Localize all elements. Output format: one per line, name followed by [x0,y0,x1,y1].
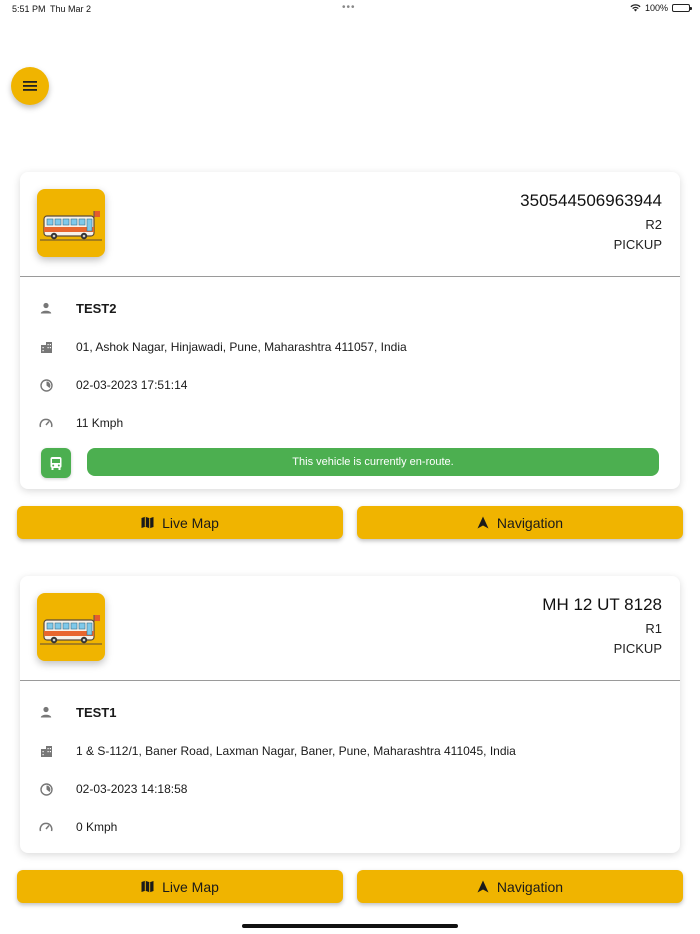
en-route-badge [41,448,71,478]
address-text: 01, Ashok Nagar, Hinjawadi, Pune, Mahara… [76,340,407,354]
bus-image [37,189,105,257]
address-text: 1 & S-112/1, Baner Road, Laxman Nagar, B… [76,744,516,758]
live-map-button[interactable]: Live Map [17,506,343,539]
bus-icon [40,211,102,241]
navigation-label: Navigation [496,878,564,895]
clock-icon [38,377,54,393]
driver-row: TEST1 [38,704,116,720]
speedometer-icon [38,819,54,835]
time-row: 02-03-2023 17:51:14 [38,377,187,393]
vehicle-card-header: 350544506963944 R2 PICKUP [20,172,680,277]
address-row: 1 & S-112/1, Baner Road, Laxman Nagar, B… [38,743,516,759]
live-map-button[interactable]: Live Map [17,870,343,903]
vehicle-id: MH 12 UT 8128 [542,595,662,614]
driver-name: TEST1 [76,704,117,720]
wifi-icon [630,4,641,12]
speed-text: 11 Kmph [76,416,124,430]
navigation-label: Navigation [496,514,564,531]
map-icon [141,516,154,529]
timestamp-text: 02-03-2023 17:51:14 [76,378,188,392]
bus-front-icon [50,456,62,470]
menu-button[interactable] [11,67,49,105]
time-row: 02-03-2023 14:18:58 [38,781,187,797]
hamburger-icon [23,81,37,91]
driver-name: TEST2 [76,300,117,316]
home-indicator[interactable] [242,924,458,928]
driver-row: TEST2 [38,300,116,316]
navigation-button[interactable]: Navigation [357,506,683,539]
battery-percent: 100% [644,3,668,13]
navigation-button[interactable]: Navigation [357,870,683,903]
speedometer-icon [38,415,54,431]
trip-type-label: PICKUP [613,237,662,252]
status-time: 5:51 PM [12,4,46,14]
trip-type-label: PICKUP [613,641,662,656]
timestamp-text: 02-03-2023 14:18:58 [76,782,188,796]
vehicle-card[interactable]: MH 12 UT 8128 R1 PICKUP TEST1 1 & S-112/… [20,576,680,853]
route-label: R2 [645,217,662,232]
en-route-status: This vehicle is currently en-route. [87,448,659,476]
status-right: 100% [630,3,692,13]
speed-row: 0 Kmph [38,819,117,835]
map-icon [141,880,154,893]
building-icon [38,743,54,759]
navigation-arrow-icon [477,516,489,529]
vehicle-id: 350544506963944 [520,191,662,210]
status-date: Thu Mar 2 [50,4,92,14]
route-label: R1 [645,621,662,636]
address-row: 01, Ashok Nagar, Hinjawadi, Pune, Mahara… [38,339,407,355]
person-icon [38,300,54,316]
speed-row: 11 Kmph [38,415,123,431]
status-bar: 5:51 PM Thu Mar 2 ••• 100% [0,0,700,18]
vehicle-card[interactable]: 350544506963944 R2 PICKUP TEST2 01, Asho… [20,172,680,489]
speed-text: 0 Kmph [76,820,118,834]
vehicle-card-header: MH 12 UT 8128 R1 PICKUP [20,576,680,681]
multitask-dots[interactable]: ••• [342,2,356,13]
building-icon [38,339,54,355]
live-map-label: Live Map [162,878,219,895]
navigation-arrow-icon [477,880,489,893]
live-map-label: Live Map [162,514,219,531]
clock-icon [38,781,54,797]
person-icon [38,704,54,720]
bus-icon [40,615,102,645]
bus-image [37,593,105,661]
battery-icon [672,4,692,12]
